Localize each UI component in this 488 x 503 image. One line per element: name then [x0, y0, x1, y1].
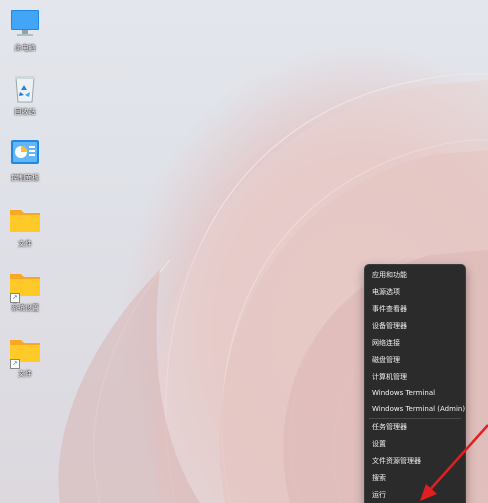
menu-item-device-manager[interactable]: 设备管理器 [371, 319, 461, 333]
folder-icon [7, 202, 43, 238]
desktop-icon-label: 回收站 [14, 108, 36, 116]
menu-item-file-explorer[interactable]: 文件资源管理器 [371, 454, 461, 468]
desktop-icon-folder-3[interactable]: ↗ 文件 [0, 332, 50, 379]
menu-item-settings[interactable]: 设置 [371, 437, 461, 451]
menu-item-apps-features[interactable]: 应用和功能 [371, 268, 461, 282]
desktop-icon-control-panel[interactable]: 控制面板 [0, 136, 50, 183]
desktop-icon-folder-2[interactable]: ↗ 系统设置 [0, 266, 50, 313]
menu-item-network-connections[interactable]: 网络连接 [371, 336, 461, 350]
menu-item-computer-management[interactable]: 计算机管理 [371, 370, 461, 384]
desktop-icon-folder-1[interactable]: 文件 [0, 202, 50, 249]
menu-item-event-viewer[interactable]: 事件查看器 [371, 302, 461, 316]
shortcut-arrow-icon: ↗ [10, 293, 20, 303]
desktop-icon-label: 此电脑 [14, 44, 36, 52]
menu-item-task-manager[interactable]: 任务管理器 [371, 420, 461, 434]
desktop: 此电脑 回收站 控制面板 文件 ↗ 系统设置 ↗ 文件 应用和功能 电源选项 事… [0, 0, 488, 503]
control-panel-icon [7, 136, 43, 172]
menu-item-disk-management[interactable]: 磁盘管理 [371, 353, 461, 367]
menu-item-run[interactable]: 运行 [371, 488, 461, 502]
desktop-icon-label: 控制面板 [11, 174, 39, 182]
menu-item-power-options[interactable]: 电源选项 [371, 285, 461, 299]
folder-shortcut-icon: ↗ [7, 332, 43, 369]
desktop-icon-label: 文件 [18, 240, 32, 248]
desktop-icon-label: 系统设置 [11, 304, 39, 312]
menu-separator [369, 418, 461, 419]
desktop-icon-recycle-bin[interactable]: 回收站 [0, 70, 50, 117]
desktop-icon-label: 文件 [18, 370, 32, 378]
folder-shortcut-icon: ↗ [7, 266, 43, 303]
winx-context-menu: 应用和功能 电源选项 事件查看器 设备管理器 网络连接 磁盘管理 计算机管理 W… [364, 264, 466, 503]
recycle-bin-icon [7, 70, 43, 106]
shortcut-arrow-icon: ↗ [10, 359, 20, 369]
menu-item-windows-terminal-admin[interactable]: Windows Terminal (Admin) [371, 402, 465, 416]
desktop-icon-this-pc[interactable]: 此电脑 [0, 6, 50, 53]
menu-item-windows-terminal[interactable]: Windows Terminal [371, 386, 461, 400]
menu-item-search[interactable]: 搜索 [371, 471, 461, 485]
monitor-icon [7, 6, 43, 42]
